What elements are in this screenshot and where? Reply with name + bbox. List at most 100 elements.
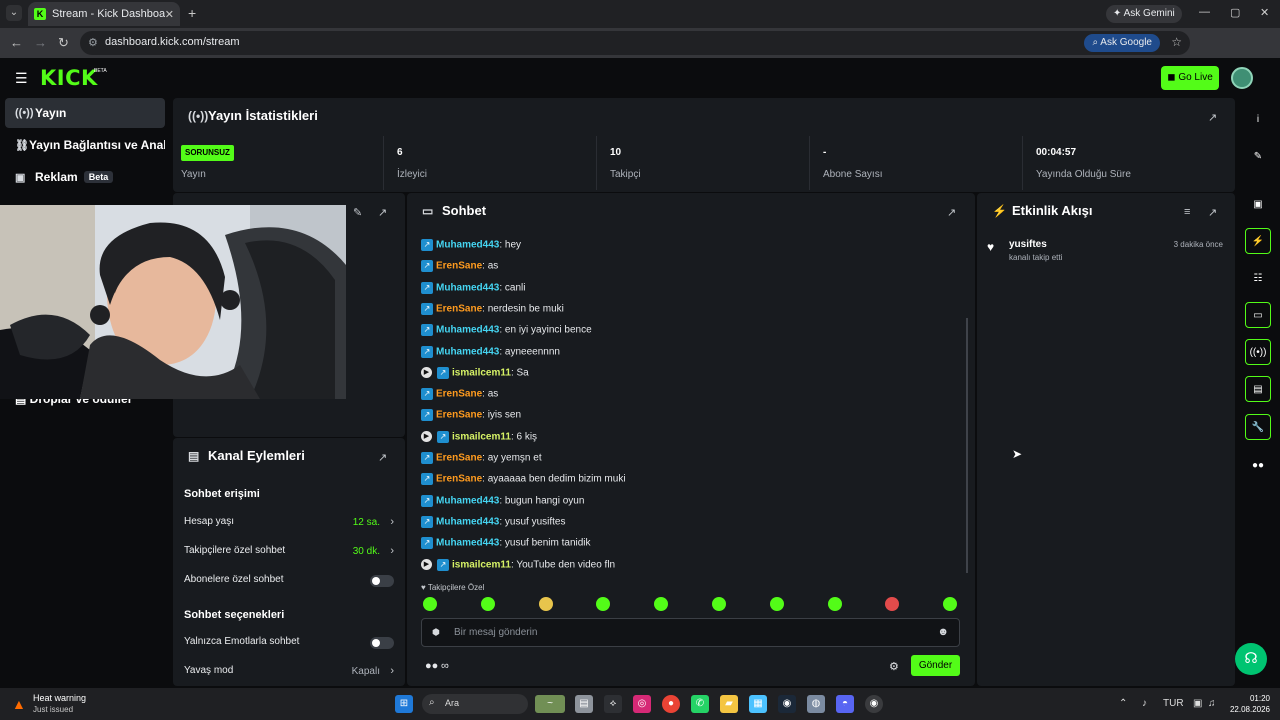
chat-message[interactable]: ▶ ↗ ismailcem11: Sa bbox=[421, 366, 529, 383]
language-indicator[interactable]: TUR bbox=[1163, 698, 1184, 709]
instagram-icon[interactable]: ◎ bbox=[633, 695, 651, 713]
popout-icon[interactable]: ↗ bbox=[378, 451, 387, 464]
window-close-icon[interactable]: ✕ bbox=[1260, 6, 1269, 19]
infinity-icon[interactable]: ∞ bbox=[441, 660, 449, 672]
discord-icon[interactable]: ◓ bbox=[836, 695, 854, 713]
edit-icon[interactable]: ✎ bbox=[353, 206, 362, 219]
chat-message[interactable]: ▶ ↗ ismailcem11: 6 kiş bbox=[421, 430, 537, 447]
emote-icon[interactable] bbox=[769, 597, 784, 611]
forward-icon[interactable]: → bbox=[34, 35, 47, 50]
chat-message[interactable]: ↗ Muhamed443: yusuf yusiftes bbox=[421, 515, 566, 532]
chat-username[interactable]: ErenSane bbox=[436, 389, 482, 400]
widget-image-icon[interactable]: ~ bbox=[535, 695, 565, 713]
chat-username[interactable]: Muhamed443 bbox=[436, 240, 499, 251]
activity-user[interactable]: yusiftes bbox=[1009, 239, 1047, 250]
chat-message[interactable]: ↗ Muhamed443: hey bbox=[421, 239, 521, 255]
taskbar-search[interactable]: ⌕ Ara bbox=[422, 694, 528, 714]
chat-username[interactable]: ErenSane bbox=[436, 410, 482, 421]
chat-username[interactable]: Muhamed443 bbox=[436, 517, 499, 528]
browser-tab[interactable]: K Stream - Kick Dashboard ✕ bbox=[28, 2, 180, 26]
whatsapp-icon[interactable]: ✆ bbox=[691, 695, 709, 713]
store-icon[interactable]: ▦ bbox=[749, 695, 767, 713]
bookmark-star-icon[interactable]: ☆ bbox=[1171, 35, 1182, 49]
chat-message[interactable]: ↗ ErenSane: nerdesin be muki bbox=[421, 302, 564, 319]
chat-message[interactable]: ↗ Muhamed443: ayneeennnn bbox=[421, 345, 560, 362]
chat-username[interactable]: Muhamed443 bbox=[436, 538, 499, 549]
chrome-icon[interactable]: ● bbox=[662, 695, 680, 713]
broadcast-icon[interactable]: ((•)) bbox=[1245, 339, 1271, 365]
activity-lightning-icon[interactable]: ⚡ bbox=[1245, 228, 1271, 254]
chat-username[interactable]: ErenSane bbox=[436, 474, 482, 485]
chat-username[interactable]: Muhamed443 bbox=[436, 346, 499, 357]
chat-username[interactable]: Muhamed443 bbox=[436, 282, 499, 293]
chat-message[interactable]: ↗ ErenSane: ayaaaaa ben dedim bizim muki bbox=[421, 473, 626, 489]
help-button[interactable]: ☊ bbox=[1235, 643, 1267, 675]
close-tab-icon[interactable]: ✕ bbox=[165, 8, 174, 21]
sidebar-item-stream-key[interactable]: ⛓Yayın Bağlantısı ve Anahtarı bbox=[5, 130, 165, 160]
chat-message-list[interactable]: ↗ Muhamed443: hey ↗ ErenSane: as ↗ Muhamed443… bbox=[407, 231, 967, 573]
go-live-button[interactable]: ◼ Go Live bbox=[1161, 66, 1219, 90]
sidebar-item-stream[interactable]: ((•)) Yayın bbox=[5, 98, 165, 128]
volume-icon[interactable]: ♫ bbox=[1208, 698, 1216, 709]
heat-warning-widget[interactable]: ▲ Heat warning Just issued bbox=[12, 692, 104, 716]
url-text[interactable]: dashboard.kick.com/stream bbox=[105, 36, 240, 48]
chat-username[interactable]: ismailcem11 bbox=[452, 431, 511, 442]
site-info-icon[interactable]: ⚙ bbox=[88, 36, 98, 49]
display-icon[interactable]: ▣ bbox=[1193, 698, 1202, 709]
share-icon[interactable]: ●● bbox=[1245, 452, 1271, 478]
emote-icon[interactable] bbox=[827, 597, 842, 611]
emote-icon[interactable] bbox=[943, 597, 958, 611]
chat-message[interactable]: ▶ ↗ ismailcem11: YouTube den video fln bbox=[421, 558, 615, 574]
emote-icon[interactable] bbox=[423, 597, 437, 611]
ask-gemini-button[interactable]: ✦ Ask Gemini bbox=[1106, 5, 1182, 23]
file-explorer-icon[interactable]: ▰ bbox=[720, 695, 738, 713]
chat-username[interactable]: Muhamed443 bbox=[436, 325, 499, 336]
windows-start-icon[interactable]: ⊞ bbox=[395, 695, 413, 713]
kick-logo[interactable]: KICK bbox=[40, 66, 98, 90]
obs-icon[interactable]: ◉ bbox=[865, 695, 883, 713]
user-avatar[interactable] bbox=[1231, 67, 1253, 89]
emoji-icon[interactable]: ☻ bbox=[937, 626, 949, 638]
chat-username[interactable]: ErenSane bbox=[436, 261, 482, 272]
emote-icon[interactable] bbox=[712, 597, 726, 611]
chat-message[interactable]: ↗ ErenSane: ay yemşn et bbox=[421, 452, 542, 468]
subscribers-chat-toggle[interactable] bbox=[370, 575, 394, 587]
chat-message[interactable]: ↗ Muhamed443: bugun hangi oyun bbox=[421, 494, 584, 511]
filter-icon[interactable]: ≡ bbox=[1184, 206, 1190, 218]
emote-icon[interactable] bbox=[885, 597, 900, 611]
back-icon[interactable]: ← bbox=[10, 35, 23, 50]
new-tab-icon[interactable]: + bbox=[188, 5, 196, 21]
popout-icon[interactable]: ↗ bbox=[378, 206, 387, 219]
chat-username[interactable]: ismailcem11 bbox=[452, 367, 511, 378]
reload-icon[interactable]: ↻ bbox=[58, 35, 69, 51]
popout-icon[interactable]: ↗ bbox=[1208, 206, 1217, 219]
info-icon[interactable]: i bbox=[1245, 106, 1271, 132]
pencil-icon[interactable]: ✎ bbox=[1245, 143, 1271, 169]
chat-message[interactable]: ↗ ErenSane: iyis sen bbox=[421, 409, 521, 425]
chat-message[interactable]: ↗ Muhamed443: canli bbox=[421, 281, 525, 298]
wrench-icon[interactable]: 🔧 bbox=[1245, 414, 1271, 440]
channel-actions-icon[interactable]: ▤ bbox=[1245, 376, 1271, 402]
popout-icon[interactable]: ↗ bbox=[1208, 111, 1217, 124]
chat-username[interactable]: ismailcem11 bbox=[452, 559, 511, 570]
chat-message[interactable]: ↗ Muhamed443: yusuf benim tanidik bbox=[421, 537, 591, 553]
account-age-row[interactable]: Hesap yaşı 12 sa. › bbox=[184, 516, 394, 536]
ask-google-button[interactable]: ⌕ Ask Google bbox=[1084, 34, 1160, 52]
tray-overflow-icon[interactable]: ⌃ bbox=[1119, 698, 1127, 709]
address-bar[interactable]: ⚙ dashboard.kick.com/stream ⌕ Ask Google… bbox=[80, 31, 1190, 55]
task-view-icon[interactable]: ▤ bbox=[575, 695, 593, 713]
emote-icon[interactable] bbox=[596, 597, 611, 611]
emote-icon[interactable] bbox=[538, 597, 553, 611]
microphone-icon[interactable]: ♪ bbox=[1142, 698, 1147, 709]
tab-search-icon[interactable]: ⌄ bbox=[6, 5, 22, 21]
hamburger-menu-icon[interactable]: ☰ bbox=[15, 70, 28, 87]
chat-message[interactable]: ↗ ErenSane: as bbox=[421, 388, 498, 404]
chat-username[interactable]: ErenSane bbox=[436, 304, 482, 315]
camera-icon[interactable]: ◍ bbox=[807, 695, 825, 713]
restore-icon[interactable]: ▢ bbox=[1230, 6, 1240, 19]
followers-chat-row[interactable]: Takipçilere özel sohbet 30 dk. › bbox=[184, 545, 394, 565]
chat-icon[interactable]: ▭ bbox=[1245, 302, 1271, 328]
emotes-only-toggle[interactable] bbox=[370, 637, 394, 649]
sidebar-item-ads[interactable]: ▣ Reklam Beta bbox=[5, 162, 165, 192]
emote-icon[interactable] bbox=[480, 597, 495, 611]
